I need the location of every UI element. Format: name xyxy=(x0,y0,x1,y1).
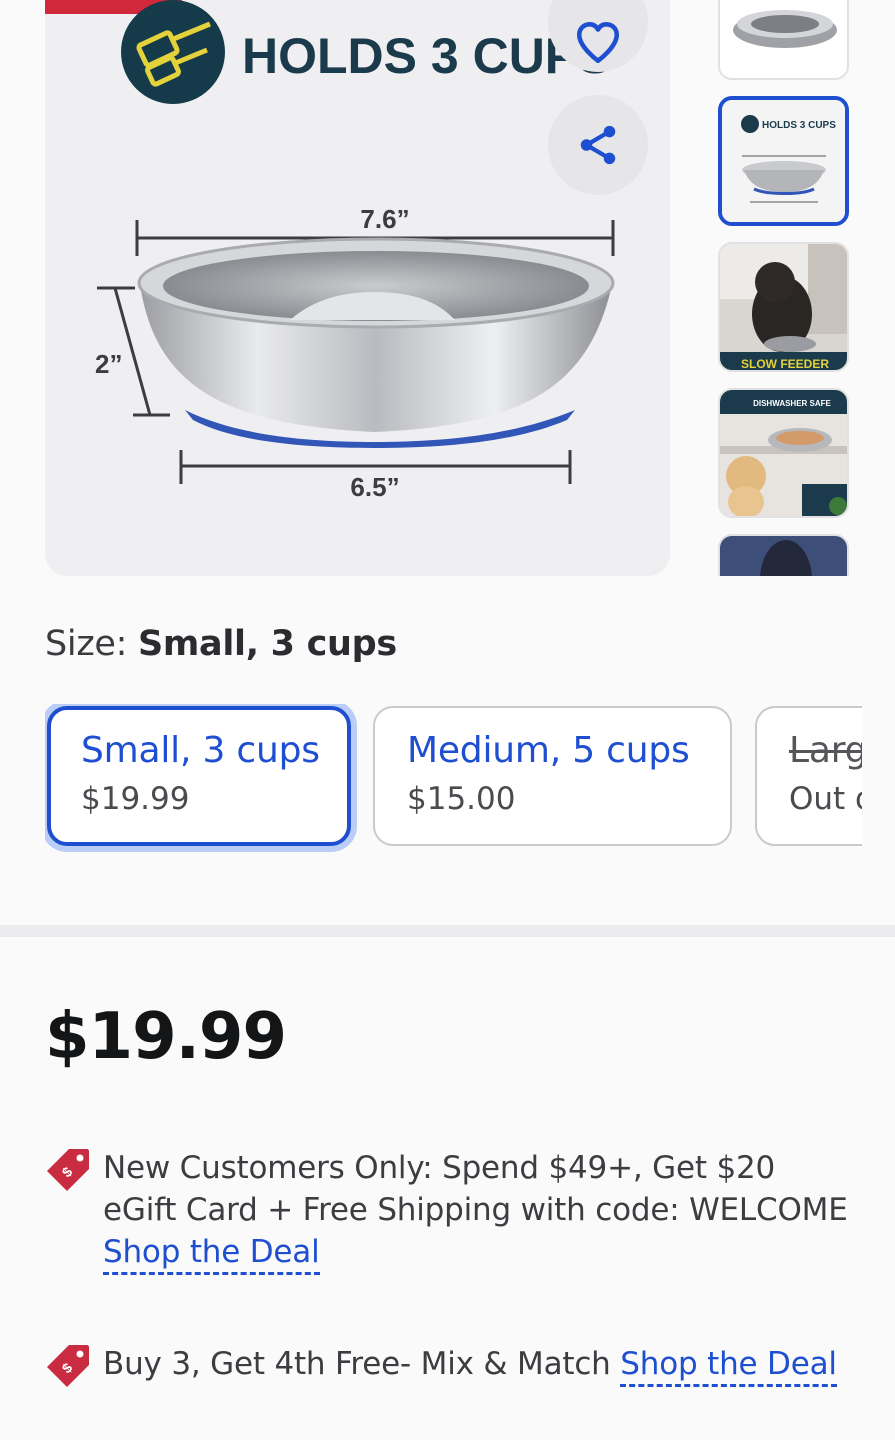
share-icon xyxy=(580,125,616,165)
heart-icon xyxy=(576,22,620,64)
svg-text:6.5”: 6.5” xyxy=(350,472,399,502)
size-option-name: Large xyxy=(789,730,862,771)
price-tag-icon: $ xyxy=(47,1345,89,1387)
shop-the-deal-link[interactable]: Shop the Deal xyxy=(620,1346,837,1387)
svg-text:2”: 2” xyxy=(95,349,122,379)
product-page: HOLDS 3 CUPS 7.6” 2” 6.5” HOLDS 3 CUPS S… xyxy=(0,0,895,1440)
size-option-name: Small, 3 cups xyxy=(81,730,320,771)
section-divider xyxy=(0,925,895,937)
svg-text:HOLDS 3 CUPS: HOLDS 3 CUPS xyxy=(762,120,836,131)
size-option-small[interactable]: Small, 3 cups $19.99 xyxy=(47,706,351,846)
measuring-cup-icon xyxy=(121,0,225,104)
main-product-image[interactable]: HOLDS 3 CUPS 7.6” 2” 6.5” xyxy=(45,0,670,576)
size-label: Size: xyxy=(45,624,128,664)
share-button[interactable] xyxy=(548,95,648,195)
size-label-line: Size: Small, 3 cups xyxy=(45,624,397,664)
product-price: $19.99 xyxy=(45,1000,287,1074)
size-option-price: Out of stock xyxy=(789,781,862,817)
thumbnail-strip: HOLDS 3 CUPS SLOW FEEDER DISHWASHER SAFE xyxy=(716,0,851,576)
promo-item: $ Buy 3, Get 4th Free- Mix & Match Shop … xyxy=(45,1343,855,1389)
svg-text:7.6”: 7.6” xyxy=(360,204,409,234)
thumbnail-4[interactable]: DISHWASHER SAFE xyxy=(718,388,849,518)
thumbnail-1[interactable] xyxy=(718,0,849,80)
thumbnail-3[interactable]: SLOW FEEDER xyxy=(718,242,849,372)
size-options: Small, 3 cups $19.99 Medium, 5 cups $15.… xyxy=(45,704,862,854)
promo-text: New Customers Only: Spend $49+, Get $20 … xyxy=(103,1150,848,1228)
selected-size: Small, 3 cups xyxy=(137,624,397,664)
size-option-medium[interactable]: Medium, 5 cups $15.00 xyxy=(373,706,732,846)
size-option-price: $15.00 xyxy=(407,781,516,817)
shop-the-deal-link[interactable]: Shop the Deal xyxy=(103,1234,320,1275)
promo-text: Buy 3, Get 4th Free- Mix & Match xyxy=(103,1346,611,1382)
thumbnail-2[interactable]: HOLDS 3 CUPS xyxy=(718,96,849,226)
price-tag-icon: $ xyxy=(47,1149,89,1191)
svg-text:DISHWASHER SAFE: DISHWASHER SAFE xyxy=(753,399,831,408)
bowl-dimension-illustration: HOLDS 3 CUPS 7.6” 2” 6.5” xyxy=(95,0,615,502)
svg-text:SLOW FEEDER: SLOW FEEDER xyxy=(741,357,829,371)
size-option-price: $19.99 xyxy=(81,781,190,817)
promo-item: $ New Customers Only: Spend $49+, Get $2… xyxy=(45,1147,855,1275)
size-option-name: Medium, 5 cups xyxy=(407,730,690,771)
size-option-large[interactable]: Large Out of stock xyxy=(755,706,862,846)
thumbnail-5[interactable] xyxy=(718,534,849,576)
